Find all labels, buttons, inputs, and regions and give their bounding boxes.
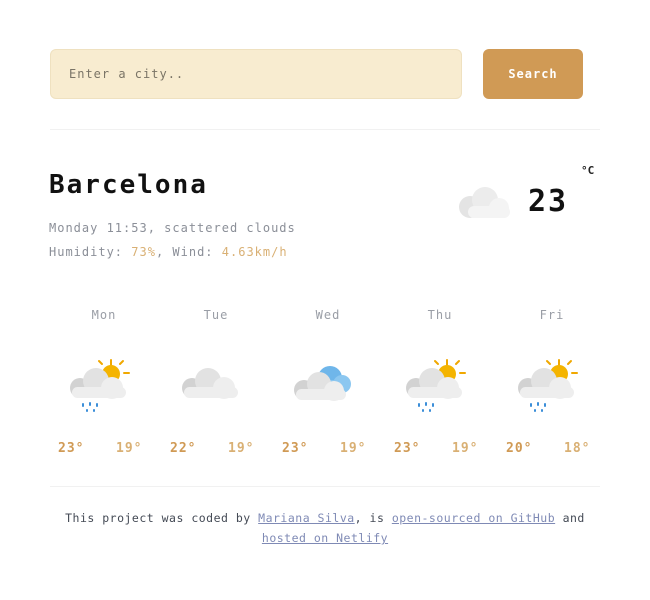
forecast-day-name: Wed: [315, 308, 341, 322]
author-link[interactable]: Mariana Silva: [258, 511, 355, 525]
forecast-day: Fri 20° 18°: [496, 308, 608, 468]
forecast-min-temp: 19°: [452, 441, 479, 456]
sun-cloud-rain-icon: [66, 356, 134, 416]
forecast-day: Mon 23° 19°: [48, 308, 160, 468]
forecast-min-temp: 19°: [116, 441, 143, 456]
cloud-icon: [178, 356, 246, 416]
forecast-day: Tue 22° 19°: [160, 308, 272, 468]
cloud-icon: [456, 184, 514, 220]
forecast-row: Mon 23° 19° Tue 22° 19° Wed 23° 19° Thu …: [48, 308, 608, 468]
current-temperature: 23: [528, 184, 569, 219]
forecast-max-temp: 23°: [58, 441, 85, 456]
weather-description: scattered clouds: [164, 221, 296, 235]
sun-cloud-rain-icon: [402, 356, 470, 416]
wind-label: Wind:: [172, 245, 214, 259]
city-name: Barcelona: [49, 170, 208, 200]
humidity-value: 73%: [131, 245, 156, 259]
humidity-wind-line: Humidity: 73%, Wind: 4.63km/h: [49, 245, 288, 259]
cloudy-icon: [290, 356, 358, 416]
footer: This project was coded by Mariana Silva,…: [60, 508, 590, 548]
forecast-day-name: Thu: [427, 308, 453, 322]
humidity-label: Humidity:: [49, 245, 124, 259]
forecast-max-temp: 23°: [394, 441, 421, 456]
city-search-input[interactable]: [50, 49, 462, 99]
forecast-day-name: Mon: [91, 308, 117, 322]
divider: [50, 129, 600, 130]
forecast-day-name: Fri: [539, 308, 565, 322]
wind-value: 4.63km/h: [221, 245, 288, 259]
forecast-min-temp: 19°: [340, 441, 367, 456]
forecast-min-temp: 19°: [228, 441, 255, 456]
temperature-unit: °C: [581, 164, 595, 177]
date-description-line: Monday 11:53, scattered clouds: [49, 221, 296, 235]
footer-text: , is: [354, 511, 385, 525]
search-button[interactable]: Search: [483, 49, 583, 99]
footer-text: This project was coded by: [65, 511, 251, 525]
forecast-max-temp: 20°: [506, 441, 533, 456]
forecast-day-name: Tue: [203, 308, 229, 322]
forecast-day: Thu 23° 19°: [384, 308, 496, 468]
search-form: Search: [50, 49, 583, 99]
sun-cloud-rain-icon: [514, 356, 582, 416]
forecast-max-temp: 22°: [170, 441, 197, 456]
netlify-link[interactable]: hosted on Netlify: [262, 531, 388, 545]
forecast-day: Wed 23° 19°: [272, 308, 384, 468]
forecast-max-temp: 23°: [282, 441, 309, 456]
divider: [50, 486, 600, 487]
github-link[interactable]: open-sourced on GitHub: [392, 511, 555, 525]
current-day-time: Monday 11:53: [49, 221, 148, 235]
footer-text: and: [562, 511, 585, 525]
forecast-min-temp: 18°: [564, 441, 591, 456]
